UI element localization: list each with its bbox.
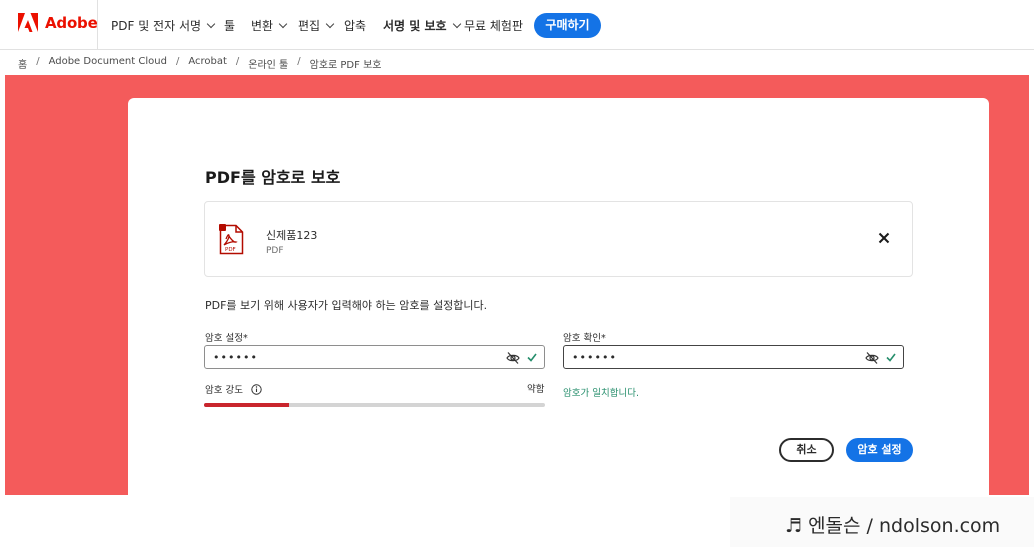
password-strength-label: 암호 강도 [205, 382, 262, 396]
breadcrumb-separator: / [297, 56, 301, 67]
breadcrumb: 홈 / Adobe Document Cloud / Acrobat / 온라인… [18, 56, 381, 71]
strength-label-text: 암호 강도 [205, 385, 243, 396]
breadcrumb-item-online-tools[interactable]: 온라인 툴 [248, 56, 288, 71]
password-field[interactable] [204, 345, 545, 369]
nav-item-free-trial[interactable]: 무료 체험판 [464, 17, 523, 34]
confirm-password-field[interactable] [563, 345, 904, 369]
nav-divider [97, 0, 98, 50]
confirm-password-input[interactable] [572, 349, 852, 365]
top-navigation: Adobe PDF 및 전자 서명 툴 변환 편집 압축 서명 및 보호 무료 … [0, 0, 1034, 50]
breadcrumb-item-document-cloud[interactable]: Adobe Document Cloud [49, 56, 167, 71]
page-title: PDF를 암호로 보호 [205, 168, 341, 187]
nav-item-label: 편집 [298, 19, 321, 33]
checkmark-icon [527, 353, 537, 362]
instruction-text: PDF를 보기 위해 사용자가 입력해야 하는 암호를 설정합니다. [205, 299, 488, 312]
nav-item-tools[interactable]: 툴 [224, 17, 235, 34]
breadcrumb-separator: / [175, 56, 180, 67]
breadcrumb-item-home[interactable]: 홈 [18, 56, 27, 71]
breadcrumb-item-acrobat[interactable]: Acrobat [188, 56, 227, 71]
adobe-wordmark: Adobe [45, 14, 98, 32]
nav-item-pdf-esign[interactable]: PDF 및 전자 서명 [111, 17, 216, 34]
nav-item-label: 변환 [251, 19, 274, 33]
eye-slash-icon[interactable] [506, 351, 520, 365]
watermark-text: ♬ 엔돌슨 / ndolson.com [785, 515, 1001, 537]
eye-slash-icon[interactable] [865, 351, 879, 365]
match-message: 암호가 일치합니다. [563, 388, 639, 399]
nav-item-compress[interactable]: 압축 [344, 17, 366, 34]
close-icon[interactable] [876, 230, 892, 246]
cancel-button[interactable]: 취소 [779, 438, 834, 462]
breadcrumb-item-current: 암호로 PDF 보호 [309, 60, 382, 71]
nav-item-label: 서명 및 보호 [383, 19, 447, 33]
nav-item-edit[interactable]: 편집 [298, 17, 335, 34]
chevron-down-icon [325, 19, 335, 28]
protect-pdf-card: PDF를 암호로 보호 PDF 신제품123 PDF PDF를 보기 위해 사용… [128, 98, 989, 495]
buy-button[interactable]: 구매하기 [534, 13, 601, 38]
set-password-button[interactable]: 암호 설정 [846, 438, 913, 462]
nav-item-label: 툴 [224, 19, 236, 33]
password-label: 암호 설정* [205, 333, 248, 344]
password-input[interactable] [213, 349, 493, 365]
nav-item-label: PDF 및 전자 서명 [111, 19, 202, 33]
adobe-logo[interactable]: Adobe [18, 13, 98, 33]
strength-meter-fill [204, 403, 290, 407]
pdf-file-icon: PDF [219, 224, 244, 255]
adobe-logo-icon [18, 13, 38, 32]
breadcrumb-separator: / [235, 56, 240, 67]
selected-file-box: PDF 신제품123 PDF [204, 201, 913, 277]
strength-level: 약함 [527, 384, 545, 395]
watermark-area: ♬ 엔돌슨 / ndolson.com [730, 497, 1034, 547]
chevron-down-icon [206, 19, 216, 28]
nav-item-label: 압축 [344, 19, 367, 33]
strength-meter [204, 403, 545, 407]
svg-text:PDF: PDF [225, 247, 236, 253]
chevron-down-icon [278, 19, 288, 28]
confirm-password-label: 암호 확인* [563, 333, 606, 344]
checkmark-icon [886, 353, 896, 362]
chevron-down-icon [452, 19, 461, 28]
nav-item-label: 무료 체험판 [464, 19, 524, 33]
file-type: PDF [266, 246, 284, 256]
info-icon[interactable] [251, 383, 262, 395]
nav-item-sign-protect[interactable]: 서명 및 보호 [383, 17, 461, 34]
nav-item-convert[interactable]: 변환 [251, 17, 288, 34]
file-name: 신제품123 [266, 229, 318, 242]
breadcrumb-separator: / [36, 56, 40, 67]
